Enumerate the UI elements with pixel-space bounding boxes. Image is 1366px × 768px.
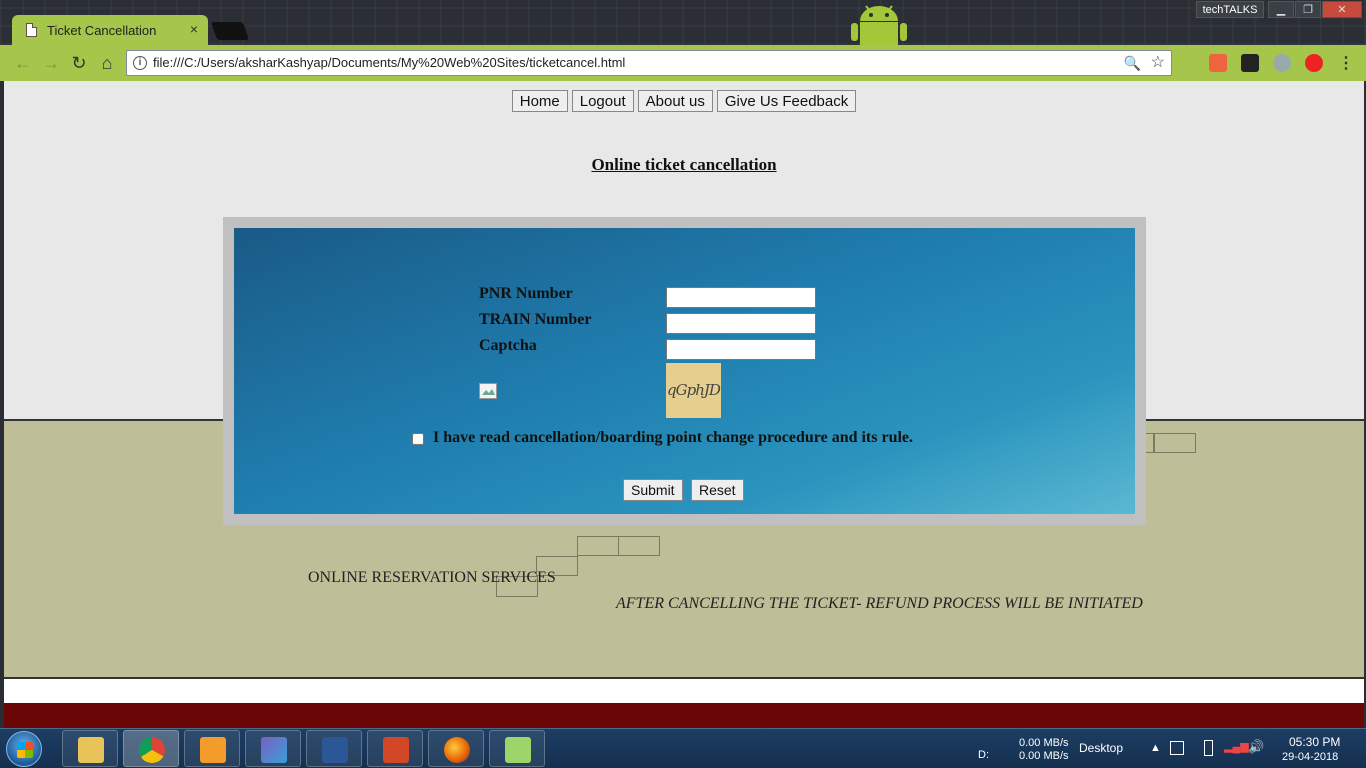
extension-photo-icon[interactable] [1209,54,1227,72]
net-download: 0.00 MB/s [1019,750,1069,762]
address-bar[interactable]: i file:///C:/Users/aksharKashyap/Documen… [126,50,1172,76]
start-button[interactable] [6,731,42,767]
site-nav: Home Logout About us Give Us Feedback [4,90,1364,112]
firefox-icon [444,737,470,763]
refund-note: AFTER CANCELLING THE TICKET- REFUND PROC… [616,595,1143,612]
android-logo-icon [851,5,907,45]
page-title: Online ticket cancellation [591,155,777,174]
page-viewport: Home Logout About us Give Us Feedback On… [4,81,1364,728]
notepad-plus-icon [505,737,531,763]
captcha-label: Captcha [479,337,537,354]
taskbar-word[interactable] [306,730,362,767]
zoom-icon[interactable]: 🔍 [1124,51,1141,75]
battery-icon[interactable] [1204,740,1213,756]
tab-close-icon[interactable]: × [190,21,198,37]
extension-ghostery-icon[interactable] [1241,54,1259,72]
extension-opera-icon[interactable] [1305,54,1323,72]
logout-button[interactable]: Logout [571,90,634,112]
home-icon[interactable]: ⌂ [96,52,118,74]
train-label: TRAIN Number [479,311,592,328]
home-button[interactable]: Home [511,90,568,112]
photos-icon [261,737,287,763]
taskbar-firefox[interactable] [428,730,484,767]
back-icon[interactable]: ← [12,52,34,74]
clock-time[interactable]: 05:30 PM [1289,735,1340,749]
window-close-icon[interactable]: ✕ [1322,1,1362,18]
train-input[interactable] [666,313,816,334]
browser-titlebar: Ticket Cancellation × techTALKS ▁ ❐ ✕ [0,0,1366,45]
reset-button[interactable]: Reset [691,479,744,501]
taskbar-photos[interactable] [245,730,301,767]
chrome-icon [139,737,165,763]
agree-label: I have read cancellation/boarding point … [433,429,914,446]
tray-expand-icon[interactable]: ▲ [1150,742,1161,754]
drive-label: D: [978,749,989,761]
taskbar-powerpoint[interactable] [367,730,423,767]
taskbar-media-player[interactable] [184,730,240,767]
footer-maroon-strip [4,703,1364,728]
extension-globe-icon[interactable] [1273,54,1291,72]
cancellation-form-frame: PNR Number TRAIN Number Captcha qGphJD I… [223,217,1146,525]
bookmark-star-icon[interactable]: ☆ [1151,51,1165,75]
taskbar-chrome[interactable] [123,730,179,767]
volume-icon[interactable]: 🔊 [1248,739,1264,755]
captcha-image: qGphJD [666,363,721,418]
url-text: file:///C:/Users/aksharKashyap/Documents… [153,55,626,70]
agree-checkbox[interactable] [412,433,424,445]
taskbar: D: 0.00 MB/s 0.00 MB/s Desktop ▲ ▂▄▆ 🔊 0… [0,728,1366,768]
windows-logo-icon [17,742,33,758]
cancellation-form: PNR Number TRAIN Number Captcha qGphJD I… [234,228,1135,514]
decor-box [577,536,619,556]
restore-icon[interactable]: ❐ [1295,1,1321,18]
word-icon [322,737,348,763]
services-text: ONLINE RESERVATION SERVICES [308,569,556,586]
page-icon [26,23,37,37]
info-icon[interactable]: i [133,56,147,70]
tab-title: Ticket Cancellation [47,22,157,38]
powerpoint-icon [383,737,409,763]
browser-toolbar: ← → ↻ ⌂ i file:///C:/Users/aksharKashyap… [0,45,1366,81]
taskbar-notepad[interactable] [489,730,545,767]
about-button[interactable]: About us [637,90,713,112]
pnr-label: PNR Number [479,285,573,302]
media-player-icon [200,737,226,763]
clock-date[interactable]: 29-04-2018 [1282,751,1338,763]
browser-tab[interactable]: Ticket Cancellation × [12,15,208,45]
captcha-input[interactable] [666,339,816,360]
feedback-button[interactable]: Give Us Feedback [716,90,857,112]
new-tab-button[interactable] [210,22,250,40]
desktop-toolbar[interactable]: Desktop [1079,741,1123,755]
decor-box [618,536,660,556]
action-center-icon[interactable] [1170,741,1184,755]
folder-icon [78,737,104,763]
submit-button[interactable]: Submit [623,479,683,501]
browser-menu-icon[interactable]: ⋮ [1338,53,1354,73]
net-upload: 0.00 MB/s [1019,737,1069,749]
reload-icon[interactable]: ↻ [68,52,90,74]
broken-image-icon [479,383,497,399]
decor-box [1154,433,1196,453]
taskbar-explorer[interactable] [62,730,118,767]
forward-icon[interactable]: → [40,52,62,74]
pnr-input[interactable] [666,287,816,308]
footer-white-strip [4,679,1364,703]
minimize-icon[interactable]: ▁ [1268,1,1294,18]
network-icon[interactable]: ▂▄▆ [1224,740,1249,753]
profile-badge[interactable]: techTALKS [1196,1,1264,18]
